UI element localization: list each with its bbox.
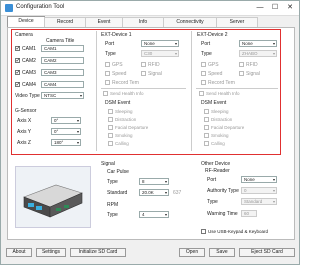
save-button[interactable]: Save	[209, 248, 235, 257]
minimize-button[interactable]: —	[253, 3, 267, 13]
warning-time-input[interactable]: 60	[241, 210, 257, 217]
chevron-down-icon: ▾	[272, 188, 275, 193]
close-button[interactable]: ✕	[283, 3, 297, 13]
standard-value: 20.0K	[142, 190, 154, 195]
rpm-type-label: Type	[107, 212, 118, 218]
tab-info[interactable]: Info	[122, 17, 164, 27]
authority-type-label: Authority Type	[207, 188, 239, 194]
rpm-label: RPM	[107, 202, 119, 208]
chevron-down-icon: ▾	[164, 179, 167, 184]
rpm-type-select[interactable]: 4 ▾	[139, 211, 169, 218]
chevron-down-icon: ▾	[164, 212, 167, 217]
rf-reader-label: RF-Reader	[205, 168, 230, 174]
standard-extra-value: 637	[173, 190, 182, 196]
rf-port-select[interactable]: None ▾	[241, 176, 277, 183]
chevron-down-icon: ▾	[272, 177, 275, 182]
authority-type-value: 0	[244, 188, 247, 193]
pulse-type-value: 8	[142, 179, 145, 184]
rf-type-select[interactable]: Standard ▾	[241, 198, 277, 205]
device-preview-image	[15, 166, 91, 228]
usb-keypad-label: Use USB-Keypad & Keyboard	[208, 229, 269, 234]
chevron-down-icon: ▾	[272, 199, 275, 204]
pulse-type-select[interactable]: 8 ▾	[139, 178, 169, 185]
title-bar: Configuration Tool — ☐ ✕	[1, 1, 299, 16]
app-icon	[5, 4, 13, 12]
initialize-sd-card-button[interactable]: Initialize SD Card	[70, 248, 126, 257]
rf-type-label: Type	[207, 199, 218, 205]
rpm-type-value: 4	[142, 212, 145, 217]
window-title: Configuration Tool	[16, 4, 65, 10]
rf-port-value: None	[244, 177, 255, 182]
tab-event[interactable]: Event	[85, 17, 123, 27]
tab-record[interactable]: Record	[44, 17, 86, 27]
about-button[interactable]: About	[6, 248, 32, 257]
tab-server[interactable]: Server	[216, 17, 258, 27]
tab-device[interactable]: Device	[7, 16, 45, 27]
usb-keypad-checkbox[interactable]	[201, 229, 206, 234]
tab-connectivity[interactable]: Connectivity	[163, 17, 217, 27]
open-button[interactable]: Open	[179, 248, 205, 257]
authority-type-select[interactable]: 0 ▾	[241, 187, 277, 194]
maximize-button[interactable]: ☐	[268, 3, 282, 13]
eject-sd-card-button[interactable]: Eject SD Card	[239, 248, 295, 257]
standard-label: Standard	[107, 190, 128, 196]
rf-port-label: Port	[207, 177, 217, 183]
settings-button[interactable]: Settings	[36, 248, 66, 257]
car-pulse-label: Car Pulse	[107, 169, 129, 175]
signal-section-label: Signal	[101, 161, 115, 167]
configuration-tool-window: Configuration Tool — ☐ ✕ Device Record E…	[0, 0, 300, 265]
other-device-section-label: Other Device	[201, 161, 231, 167]
warning-time-label: Warning Time	[207, 211, 238, 217]
rf-type-value: Standard	[244, 199, 263, 204]
highlight-box	[11, 29, 281, 155]
chevron-down-icon: ▾	[164, 190, 167, 195]
standard-select[interactable]: 20.0K ▾	[139, 189, 169, 196]
pulse-type-label: Type	[107, 179, 118, 185]
